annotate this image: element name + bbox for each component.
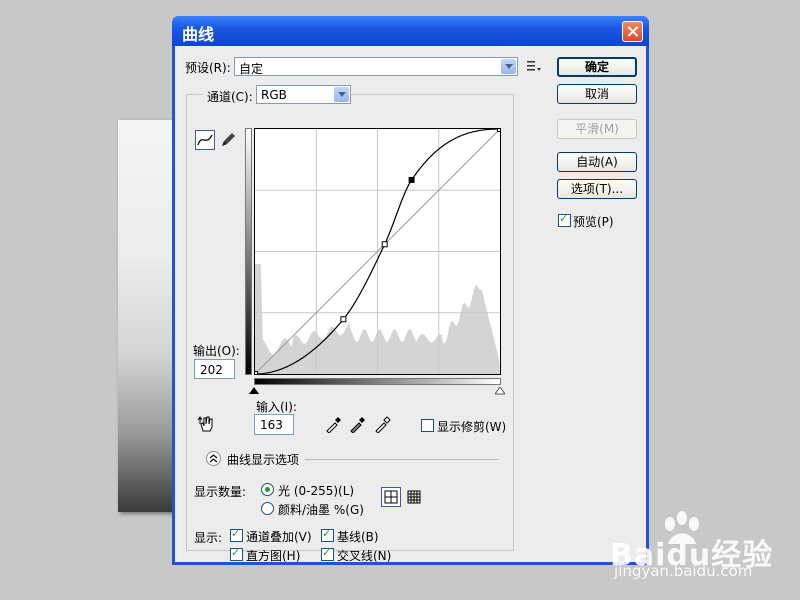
title-bar[interactable]: 曲线 [172,16,649,46]
curve-point [381,241,388,248]
histogram-label: 直方图(H) [246,549,301,563]
show-clipping-label: 显示修剪(W) [437,420,507,434]
light-radio[interactable] [261,483,274,496]
input-label: 输入(I): [256,400,297,414]
input-gradient-bar [254,378,501,385]
options-button[interactable]: 选项(T)... [557,179,637,199]
channel-overlays-checkbox[interactable] [230,527,243,542]
separator-line [305,459,498,460]
channel-select[interactable]: RGB [256,85,351,104]
curve-icon [197,134,213,146]
baseline-label: 基线(B) [337,530,379,544]
detailed-grid-icon[interactable] [405,488,423,506]
selected-curve-point [408,176,415,183]
hand-adjust-icon[interactable] [197,414,217,434]
intersection-checkbox[interactable] [321,546,334,561]
curve-point [340,316,347,323]
curve-plot[interactable] [252,126,503,377]
grid-4-icon [384,490,398,504]
pigment-radio-label: 颜料/油墨 %(G) [278,503,364,517]
curve-point [497,126,503,132]
chevron-down-icon [501,59,516,74]
curve-tool-button[interactable] [195,130,215,150]
show-clipping-checkbox[interactable] [421,419,434,432]
smooth-button[interactable]: 平滑(M) [557,119,637,139]
chevron-down-icon [334,87,349,102]
cancel-button[interactable]: 取消 [557,84,637,104]
output-field[interactable]: 202 [194,359,235,379]
gray-eyedropper-icon[interactable] [349,415,367,433]
preview-label: 预览(P) [573,215,614,229]
intersection-label: 交叉线(N) [337,549,392,563]
black-point-slider-icon[interactable] [249,387,259,395]
channel-value: RGB [261,88,287,102]
input-field[interactable]: 163 [254,414,294,435]
auto-button[interactable]: 自动(A) [557,152,637,172]
preset-value: 自定 [239,62,264,76]
output-gradient-bar [245,128,252,375]
show-amount-label: 显示数量: [194,485,247,499]
preset-label: 预设(R): [185,61,231,75]
curve-point [252,371,258,377]
preview-checkbox[interactable] [558,212,571,227]
pencil-tool-icon[interactable] [219,131,237,149]
collapse-chevron-icon[interactable] [206,451,221,466]
watermark-url: jingyan.baidu.com [614,562,753,580]
white-eyedropper-icon[interactable] [374,415,392,433]
histogram-checkbox[interactable] [230,546,243,561]
background-photo [118,120,178,512]
ok-button[interactable]: 确定 [557,57,637,77]
white-point-slider-icon[interactable] [495,387,505,395]
simple-grid-button[interactable] [381,487,401,507]
output-label: 输出(O): [193,344,240,358]
channel-overlays-label: 通道叠加(V) [246,530,312,544]
dialog-title: 曲线 [182,25,215,44]
show-label: 显示: [194,531,223,545]
dialog-body: 预设(R): 自定 确定 取消 平滑(M) 自动(A) 选项(T)... 预览(… [175,46,646,563]
pigment-radio[interactable] [261,502,274,515]
black-eyedropper-icon[interactable] [325,415,343,433]
preset-menu-icon[interactable] [527,60,541,72]
curve-graph[interactable] [252,126,503,377]
light-radio-label: 光 (0-255)(L) [278,484,355,498]
curve-display-options-label: 曲线显示选项 [227,453,300,467]
preset-select[interactable]: 自定 [234,57,518,76]
baseline-checkbox[interactable] [321,527,334,542]
channel-label: 通道(C): [203,88,257,105]
close-button[interactable] [622,21,643,42]
curves-dialog: 曲线 预设(R): 自定 确定 取消 平滑(M) 自动(A) 选项(T)... … [172,16,649,565]
